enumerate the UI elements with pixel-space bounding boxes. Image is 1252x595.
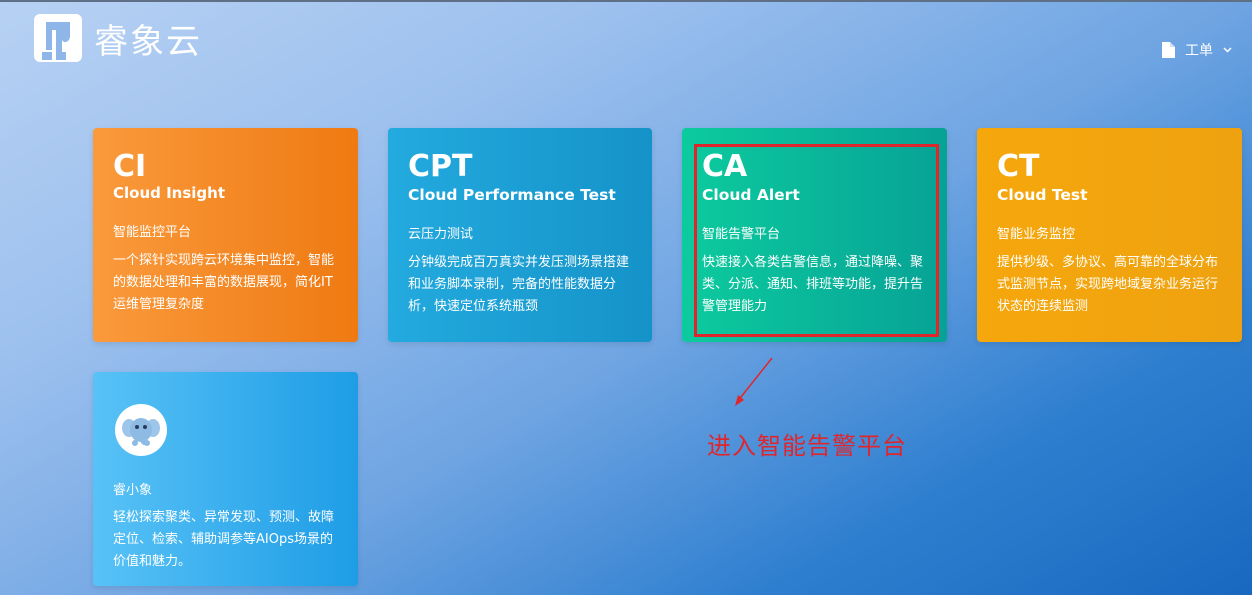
workorder-label: 工单 <box>1185 43 1213 59</box>
card-subtitle: 智能业务监控 <box>997 227 1076 242</box>
card-description: 快速接入各类告警信息，通过降噪、聚类、分派、通知、排班等功能，提升告警管理能力 <box>702 255 924 314</box>
card-abbr: CPT <box>408 149 473 184</box>
card-cloud-performance-test[interactable]: CPT Cloud Performance Test 云压力测试 分钟级完成百万… <box>388 128 652 342</box>
card-abbr: CA <box>702 149 748 184</box>
card-description: 提供秒级、多协议、高可靠的全球分布式监测节点，实现跨地域复杂业务运行状态的连续监… <box>997 255 1219 314</box>
brand-logo[interactable]: 睿象云 <box>32 12 202 64</box>
card-subtitle: 智能告警平台 <box>702 227 781 242</box>
card-subtitle: 智能监控平台 <box>113 225 192 240</box>
document-icon <box>1162 42 1175 58</box>
card-fullname: Cloud Performance Test <box>408 186 616 204</box>
card-description: 轻松探索聚类、异常发现、预测、故障定位、检索、辅助调参等AIOps场景的价值和魅… <box>113 510 335 569</box>
annotation-arrow-icon <box>735 357 773 406</box>
card-fullname: Cloud Insight <box>113 184 226 202</box>
avatar <box>115 404 167 456</box>
card-abbr: CI <box>113 149 147 184</box>
card-subtitle: 睿小象 <box>113 483 153 498</box>
card-cloud-alert[interactable]: CA Cloud Alert 智能告警平台 快速接入各类告警信息，通过降噪、聚类… <box>682 128 947 342</box>
card-description: 一个探针实现跨云环境集中监控，智能的数据处理和丰富的数据展现，简化IT运维管理复… <box>113 253 335 312</box>
card-subtitle: 云压力测试 <box>408 227 474 242</box>
brand-name: 睿象云 <box>94 21 202 62</box>
card-cloud-test[interactable]: CT Cloud Test 智能业务监控 提供秒级、多协议、高可靠的全球分布式监… <box>977 128 1242 342</box>
annotation-label: 进入智能告警平台 <box>707 432 907 460</box>
elephant-logo-icon <box>34 14 82 62</box>
chevron-down-icon <box>1223 47 1232 53</box>
card-description: 分钟级完成百万真实并发压测场景搭建和业务脚本录制，完备的性能数据分析，快速定位系… <box>408 255 630 314</box>
card-cloud-insight[interactable]: CI Cloud Insight 智能监控平台 一个探针实现跨云环境集中监控，智… <box>93 128 358 342</box>
elephant-mascot-icon <box>122 418 160 446</box>
workorder-menu[interactable]: 工单 <box>1162 40 1232 60</box>
card-fullname: Cloud Test <box>997 186 1088 204</box>
card-rui-xiaoxiang[interactable]: 睿小象 轻松探索聚类、异常发现、预测、故障定位、检索、辅助调参等AIOps场景的… <box>93 372 358 586</box>
card-fullname: Cloud Alert <box>702 186 800 204</box>
card-abbr: CT <box>997 149 1040 184</box>
top-border <box>0 0 1252 2</box>
